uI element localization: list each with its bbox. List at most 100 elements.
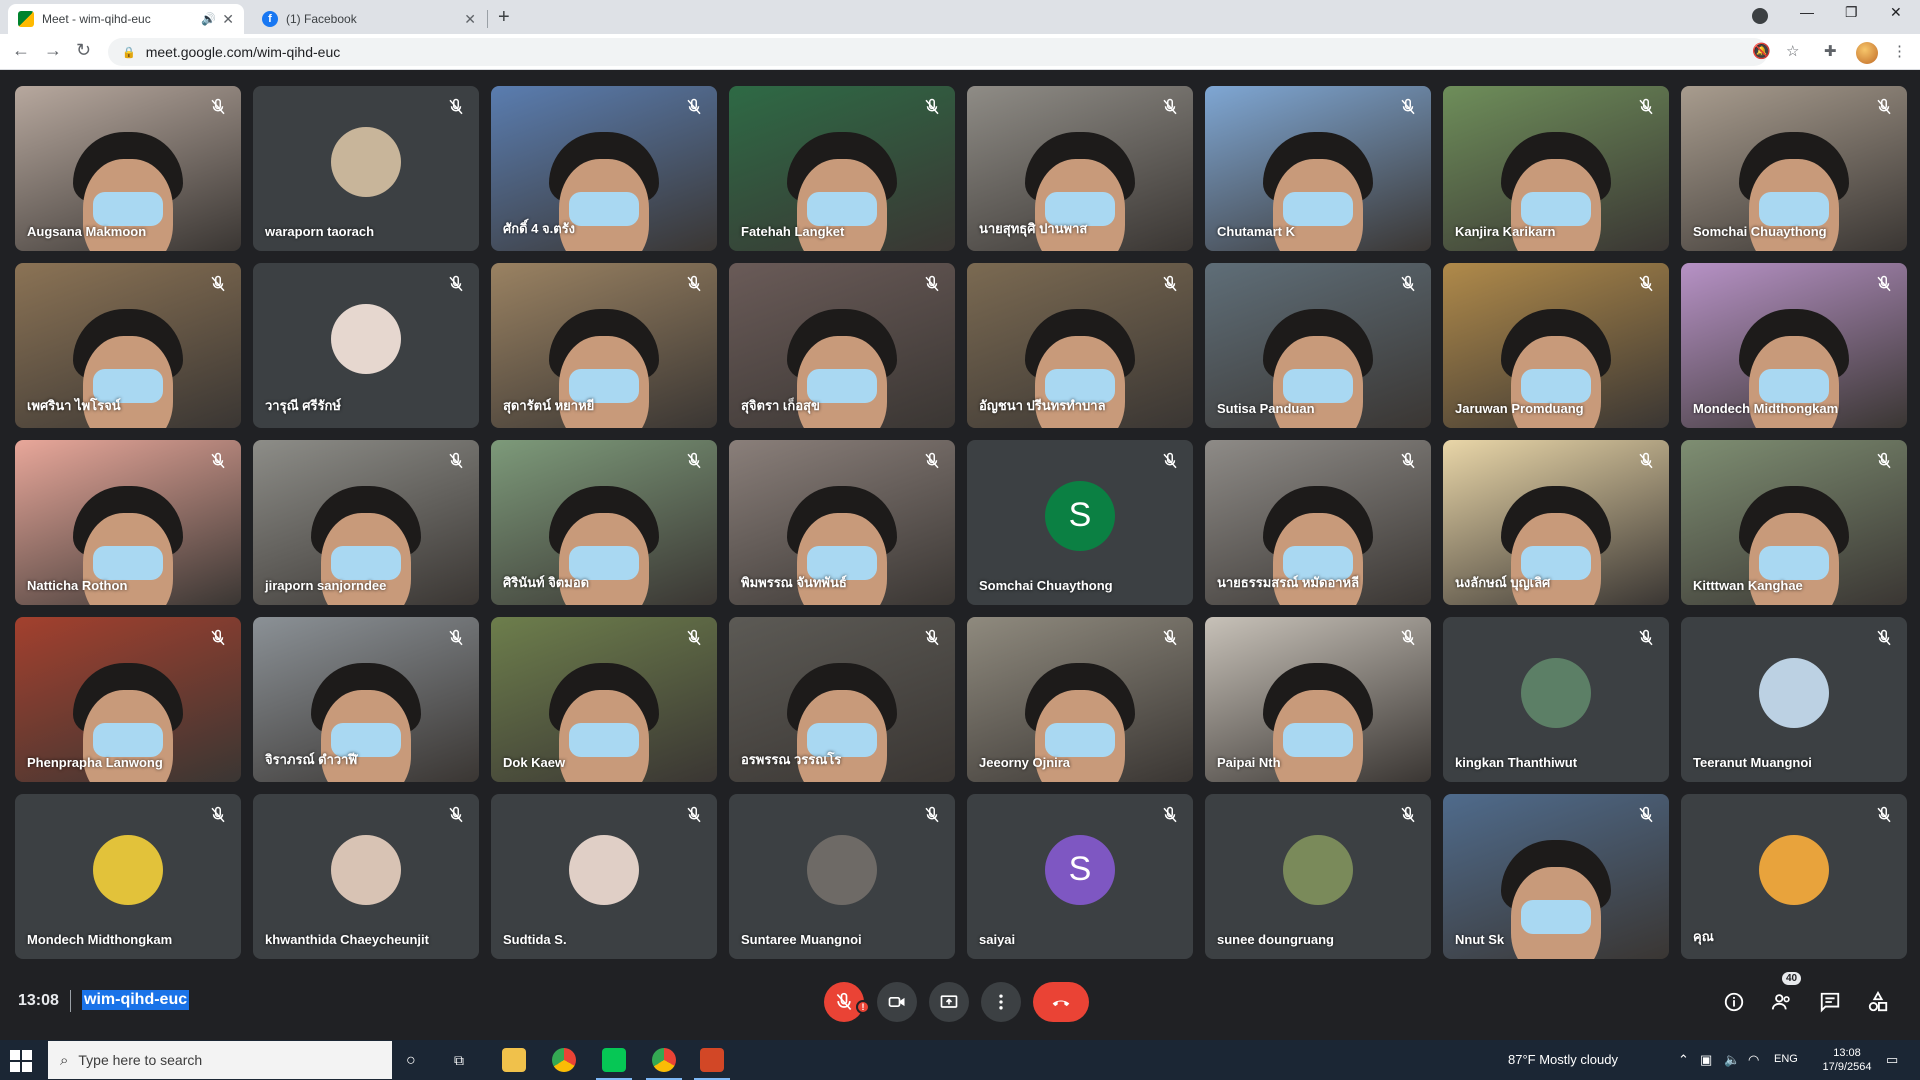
activities-button[interactable] <box>1864 988 1892 1016</box>
participant-tile[interactable]: S Somchai Chuaythong <box>967 440 1193 605</box>
participant-tile[interactable]: Fatehah Langket <box>729 86 955 251</box>
file-explorer-icon[interactable] <box>502 1048 526 1072</box>
participant-avatar <box>807 834 877 905</box>
participant-tile[interactable]: Nnut Sk <box>1443 794 1669 959</box>
muted-mic-icon <box>685 275 703 293</box>
participant-tile[interactable]: สุดารัตน์ หยาหยี <box>491 263 717 428</box>
show-everyone-button[interactable] <box>1768 988 1796 1016</box>
new-tab-icon[interactable]: + <box>498 6 510 29</box>
address-bar[interactable]: 🔒 meet.google.com/wim-qihd-euc <box>108 38 1768 66</box>
taskbar-clock[interactable]: 13:08 17/9/2564 <box>1812 1046 1882 1074</box>
participant-name: Somchai Chuaythong <box>1693 224 1827 239</box>
windows-start-icon[interactable] <box>10 1050 32 1072</box>
participant-tile[interactable]: Kanjira Karikarn <box>1443 86 1669 251</box>
wifi-icon[interactable]: ◠ <box>1748 1052 1759 1068</box>
powerpoint-icon[interactable] <box>694 1048 730 1080</box>
tab-meet[interactable]: Meet - wim-qihd-euc 🔊 ✕ <box>8 4 244 34</box>
participant-tile[interactable]: พิมพรรณ จันทพันธ์ <box>729 440 955 605</box>
participant-tile[interactable]: Teeranut Muangnoi <box>1681 617 1907 782</box>
muted-mic-icon <box>685 452 703 470</box>
volume-icon[interactable]: 🔈 <box>1724 1052 1740 1068</box>
muted-mic-icon <box>1399 98 1417 116</box>
participant-tile[interactable]: Phenprapha Lanwong <box>15 617 241 782</box>
participant-tile[interactable]: วารุณี ศรีรักษ์ <box>253 263 479 428</box>
input-language-indicator[interactable]: ENG <box>1774 1053 1798 1065</box>
participant-tile[interactable]: Dok Kaew <box>491 617 717 782</box>
reload-icon[interactable]: ↻ <box>76 40 91 61</box>
participant-tile[interactable]: Augsana Makmoon <box>15 86 241 251</box>
muted-mic-icon <box>1637 98 1655 116</box>
participant-tile[interactable]: khwanthida Chaeycheunjit <box>253 794 479 959</box>
action-center-icon[interactable]: ▭ <box>1886 1052 1898 1068</box>
task-view-icon[interactable]: ⧉ <box>454 1052 464 1069</box>
extensions-icon[interactable]: ✚ <box>1824 42 1837 60</box>
chat-button[interactable] <box>1816 988 1844 1016</box>
weather-widget[interactable]: 87°F Mostly cloudy <box>1508 1052 1618 1067</box>
participant-tile[interactable]: นายสุทธุศิ ปานพาส <box>967 86 1193 251</box>
participant-tile[interactable]: sunee doungruang <box>1205 794 1431 959</box>
participant-tile[interactable]: จิราภรณ์ ดำวาฬี <box>253 617 479 782</box>
participant-tile[interactable]: Sudtida S. <box>491 794 717 959</box>
participant-tile[interactable]: อัญชนา ปรีนทรทำบาล <box>967 263 1193 428</box>
participant-tile[interactable]: Jaruwan Promduang <box>1443 263 1669 428</box>
show-hidden-icons-icon[interactable]: ⌃ <box>1678 1052 1689 1068</box>
chrome-icon[interactable] <box>552 1048 576 1072</box>
participant-tile[interactable]: Suntaree Muangnoi <box>729 794 955 959</box>
participant-tile[interactable]: Mondech Midthongkam <box>1681 263 1907 428</box>
profile-avatar[interactable] <box>1856 42 1878 64</box>
meeting-code[interactable]: wim-qihd-euc <box>82 990 190 1010</box>
participant-tile[interactable]: Paipai Nth <box>1205 617 1431 782</box>
mic-off-icon <box>836 992 852 1011</box>
muted-mic-icon <box>1875 452 1893 470</box>
tab-facebook[interactable]: f (1) Facebook ✕ <box>252 4 486 34</box>
taskbar-search-box[interactable]: ⌕ Type here to search <box>48 1041 392 1079</box>
close-window-icon[interactable]: ✕ <box>1890 4 1902 21</box>
participant-tile[interactable]: นายธรรมสรณ์ หมัดอาหลี <box>1205 440 1431 605</box>
network-status-icon[interactable]: ▣ <box>1700 1052 1712 1068</box>
participant-tile[interactable]: Sutisa Panduan <box>1205 263 1431 428</box>
leave-call-button[interactable] <box>1033 982 1089 1022</box>
participant-tile[interactable]: Mondech Midthongkam <box>15 794 241 959</box>
participant-tile[interactable]: อรพรรณ วรรณโร <box>729 617 955 782</box>
chrome-active-icon[interactable] <box>646 1048 682 1080</box>
participant-tile[interactable]: Natticha Rothon <box>15 440 241 605</box>
forward-icon[interactable]: → <box>44 40 62 61</box>
meeting-details-button[interactable] <box>1720 988 1748 1016</box>
camera-toggle-button[interactable] <box>877 982 917 1022</box>
close-tab-icon[interactable]: ✕ <box>464 11 476 28</box>
participant-tile[interactable]: ศักดิ์ 4 จ.ตรัง <box>491 86 717 251</box>
chrome-menu-icon[interactable]: ⋮ <box>1892 42 1907 60</box>
participant-tile[interactable]: คุณ <box>1681 794 1907 959</box>
participant-tile[interactable]: เพศรินา ไพโรจน์ <box>15 263 241 428</box>
muted-mic-icon <box>923 275 941 293</box>
participant-tile[interactable]: kingkan Thanthiwut <box>1443 617 1669 782</box>
participant-tile[interactable]: สุจิตรา เก็อสุข <box>729 263 955 428</box>
muted-mic-icon <box>1161 98 1179 116</box>
more-options-button[interactable] <box>981 982 1021 1022</box>
participant-tile[interactable]: waraporn taorach <box>253 86 479 251</box>
present-now-button[interactable] <box>929 982 969 1022</box>
participant-tile[interactable]: Kitttwan Kanghae <box>1681 440 1907 605</box>
back-icon[interactable]: ← <box>12 40 30 61</box>
minimize-icon[interactable]: — <box>1800 4 1814 20</box>
tab-search-icon[interactable] <box>1752 8 1768 24</box>
muted-mic-icon <box>209 98 227 116</box>
line-app-icon[interactable] <box>596 1048 632 1080</box>
tab-separator <box>487 10 488 28</box>
restore-icon[interactable]: ❐ <box>1845 4 1858 21</box>
close-tab-icon[interactable]: ✕ <box>222 11 234 28</box>
lock-icon[interactable]: 🔒 <box>122 46 136 59</box>
muted-mic-icon <box>1637 275 1655 293</box>
bookmark-star-icon[interactable]: ☆ <box>1786 42 1799 60</box>
muted-mic-icon <box>1637 806 1655 824</box>
participant-tile[interactable]: Chutamart K <box>1205 86 1431 251</box>
participant-tile[interactable]: jiraporn sanjorndee <box>253 440 479 605</box>
participant-tile[interactable]: Jeeorny Ojnira <box>967 617 1193 782</box>
participant-tile[interactable]: ศิรินันท์ จิตมอด <box>491 440 717 605</box>
audio-playing-icon[interactable]: 🔊 <box>201 12 216 26</box>
participant-tile[interactable]: Somchai Chuaythong <box>1681 86 1907 251</box>
participant-tile[interactable]: Ssaiyai <box>967 794 1193 959</box>
participant-tile[interactable]: นงลักษณ์ บุญเลิศ <box>1443 440 1669 605</box>
notifications-blocked-icon[interactable]: 🔕 <box>1752 42 1771 60</box>
cortana-icon[interactable]: ○ <box>406 1052 416 1070</box>
